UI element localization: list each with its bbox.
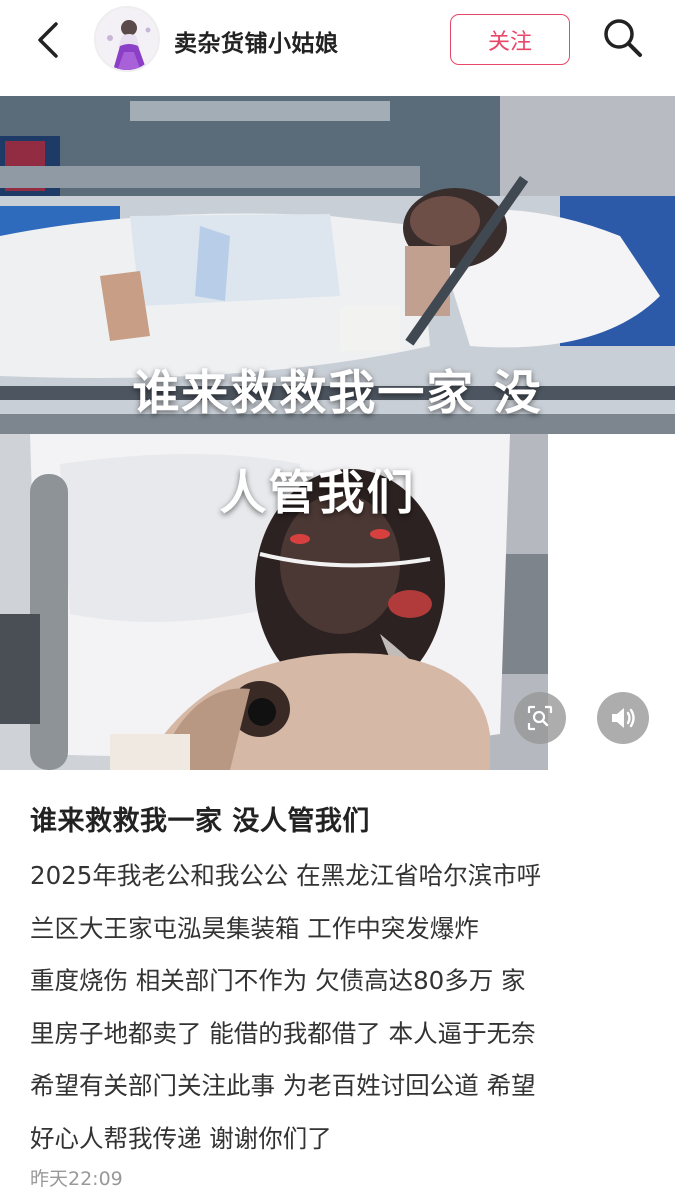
post-title: 谁来救救我一家 没人管我们 <box>30 806 370 837</box>
post-body-line: 兰区大王家屯泓昊集装箱 工作中突发爆炸 <box>30 913 479 943</box>
post-body: 2025年我老公和我公公 在黑龙江省哈尔滨市呼 兰区大王家屯泓昊集装箱 工作中突… <box>30 850 650 1165</box>
search-button[interactable] <box>598 14 646 62</box>
post-body-line: 重度烧伤 相关部门不作为 欠债高达80多万 家 <box>30 966 526 995</box>
post-body-line: 里房子地都卖了 能借的我都借了 本人逼于无奈 <box>30 1018 536 1048</box>
post-media[interactable]: 谁来救救我一家 没 人管我们 <box>0 96 675 770</box>
post-body-line: 好心人帮我传递 谢谢你们了 <box>30 1123 332 1153</box>
post-body-line: 2025年我老公和我公公 在黑龙江省哈尔滨市呼 <box>30 861 542 890</box>
search-icon <box>604 19 642 57</box>
avatar-image <box>96 8 158 70</box>
follow-button[interactable]: 关注 <box>450 14 570 65</box>
image-search-icon <box>527 705 553 731</box>
author-name[interactable]: 卖杂货铺小姑娘 <box>174 24 339 58</box>
top-bar: 卖杂货铺小姑娘 关注 <box>0 0 675 92</box>
speaker-icon <box>612 708 635 728</box>
back-button[interactable] <box>28 18 72 62</box>
chevron-left-icon <box>38 22 58 58</box>
image-search-button[interactable] <box>514 692 566 744</box>
post-body-line: 希望有关部门关注此事 为老百姓讨回公道 希望 <box>30 1071 536 1100</box>
sound-toggle-button[interactable] <box>597 692 649 744</box>
media-overlay-caption-line2: 人管我们 <box>219 466 416 521</box>
avatar[interactable] <box>94 6 160 72</box>
post-timestamp: 昨天22:09 <box>30 1168 123 1190</box>
media-overlay-caption-line1: 谁来救救我一家 没 <box>132 366 543 421</box>
